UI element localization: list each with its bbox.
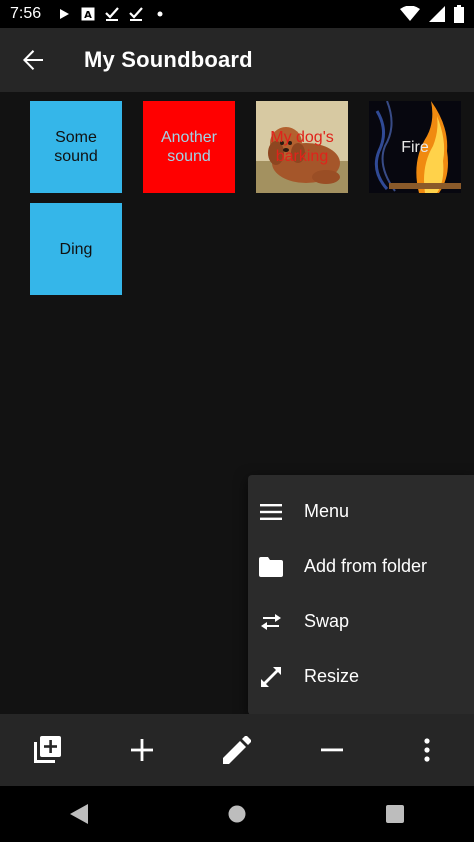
tile-label: Another sound bbox=[160, 129, 218, 165]
menu-item-label: Menu bbox=[304, 501, 350, 521]
menu-item-label: Add from folder bbox=[304, 556, 428, 576]
wifi-icon bbox=[400, 6, 420, 21]
minus-icon bbox=[320, 748, 343, 752]
nav-recents-button[interactable] bbox=[365, 786, 425, 842]
add-library-icon bbox=[34, 736, 62, 763]
hamburger-icon bbox=[258, 499, 284, 525]
pencil-icon bbox=[222, 736, 251, 764]
popup-menu: Menu Add from folder Swap Resize bbox=[248, 475, 474, 715]
status-time: 7:56 bbox=[10, 5, 42, 22]
page-title: My Soundboard bbox=[84, 47, 253, 72]
menu-item-resize[interactable]: Resize bbox=[248, 649, 474, 704]
sound-tile-dogs-barking[interactable]: My dog's barking bbox=[256, 101, 348, 193]
swap-icon bbox=[258, 609, 284, 635]
nav-home-button[interactable] bbox=[207, 786, 267, 842]
check-download-icon bbox=[105, 7, 119, 21]
folder-icon bbox=[258, 554, 284, 580]
menu-item-label: Resize bbox=[304, 666, 360, 686]
back-button[interactable] bbox=[0, 28, 66, 92]
check-download-icon bbox=[129, 7, 143, 21]
home-circle-icon bbox=[228, 805, 246, 823]
tile-label: Ding bbox=[59, 240, 93, 258]
more-vert-icon bbox=[423, 738, 430, 762]
tile-label: Fire bbox=[401, 138, 429, 156]
add-button[interactable] bbox=[95, 714, 190, 786]
remove-button[interactable] bbox=[284, 714, 379, 786]
sound-tile-fire[interactable]: Fire bbox=[369, 101, 461, 193]
sound-tile-ding[interactable]: Ding bbox=[30, 203, 122, 295]
nav-back-button[interactable] bbox=[49, 786, 109, 842]
system-nav-bar bbox=[0, 786, 474, 842]
arrow-back-icon bbox=[23, 50, 43, 70]
plus-icon bbox=[131, 739, 154, 761]
play-icon bbox=[57, 7, 71, 21]
status-bar: 7:56 A bbox=[0, 0, 474, 28]
add-library-button[interactable] bbox=[0, 714, 95, 786]
tile-label: My dog's barking bbox=[270, 129, 334, 165]
more-options-button[interactable] bbox=[379, 714, 474, 786]
sound-tile-another-sound[interactable]: Another sound bbox=[143, 101, 235, 193]
battery-icon bbox=[454, 5, 464, 23]
app-bar: My Soundboard bbox=[0, 28, 474, 92]
text-a-icon: A bbox=[81, 7, 95, 21]
svg-text:A: A bbox=[84, 10, 92, 21]
recents-square-icon bbox=[386, 805, 404, 823]
menu-item-swap[interactable]: Swap bbox=[248, 594, 474, 649]
back-triangle-icon bbox=[70, 804, 88, 824]
menu-item-add-from-folder[interactable]: Add from folder bbox=[248, 539, 474, 594]
edit-button[interactable] bbox=[190, 714, 285, 786]
bottom-action-bar bbox=[0, 714, 474, 786]
tile-label: Some sound bbox=[54, 129, 98, 165]
signal-icon bbox=[428, 6, 446, 22]
menu-item-menu[interactable]: Menu bbox=[248, 484, 474, 539]
status-left: 7:56 A bbox=[10, 5, 167, 23]
resize-icon bbox=[258, 664, 284, 690]
menu-item-label: Swap bbox=[304, 611, 350, 631]
status-right bbox=[400, 5, 464, 23]
sound-tile-some-sound[interactable]: Some sound bbox=[30, 101, 122, 193]
dot-icon bbox=[153, 7, 167, 21]
